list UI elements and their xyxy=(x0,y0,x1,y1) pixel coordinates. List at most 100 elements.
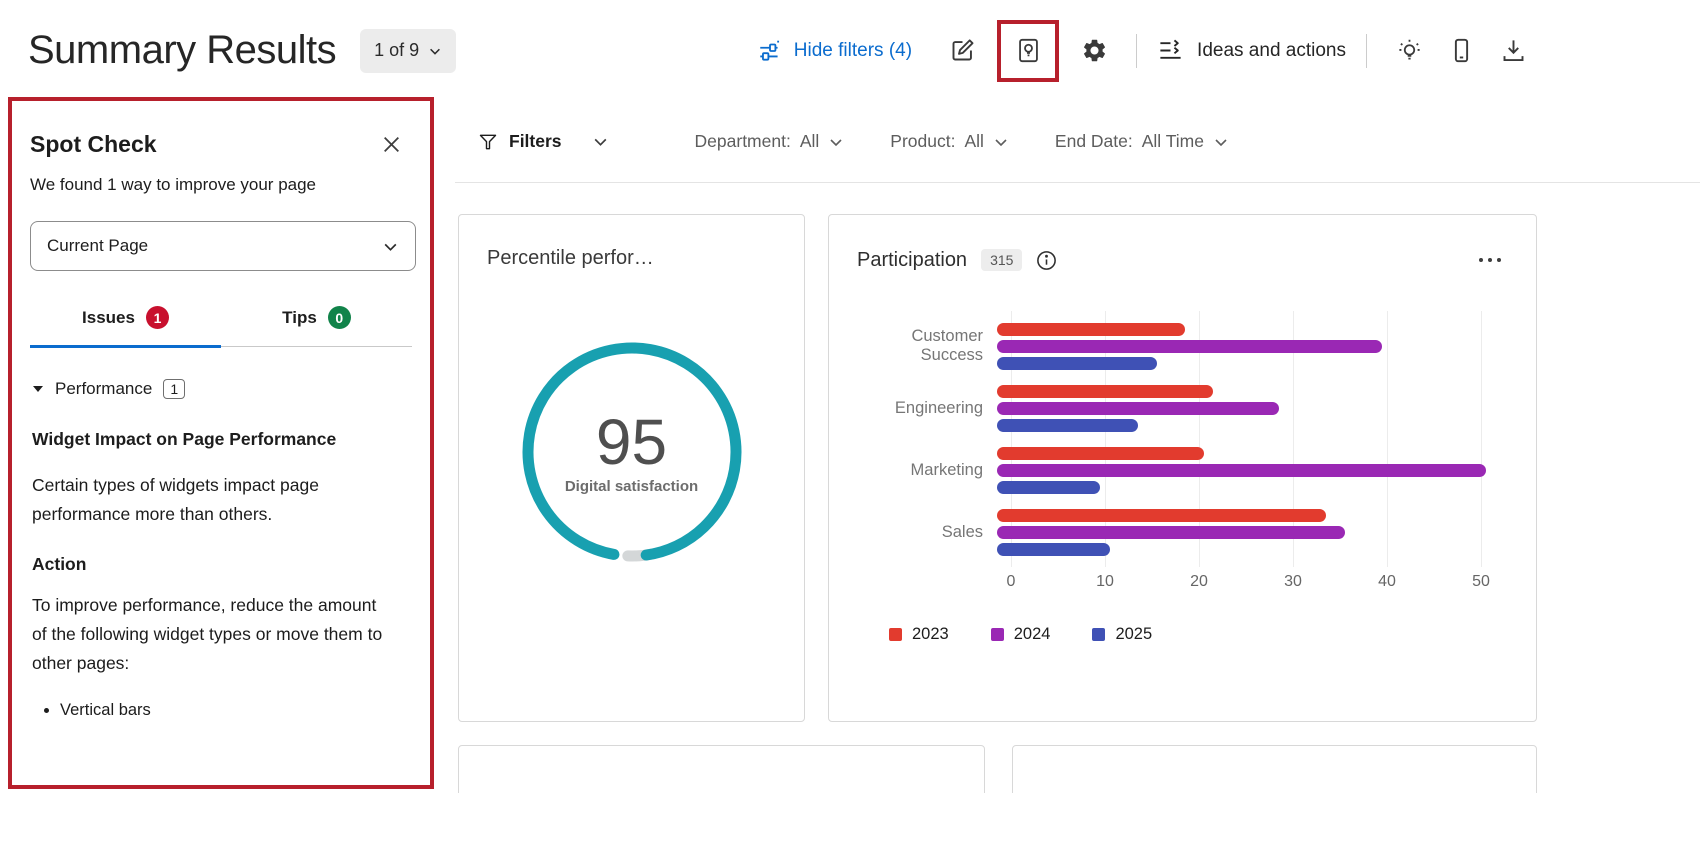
chart-bar-group xyxy=(997,323,1382,370)
chart-category-label: Customer Success xyxy=(857,327,997,365)
bar-2025-customer-success[interactable] xyxy=(997,357,1157,370)
bar-2025-sales[interactable] xyxy=(997,543,1110,556)
toolbar-divider xyxy=(1136,34,1137,68)
header: Summary Results 1 of 9 Hide filters (4) xyxy=(0,0,1700,101)
chart-bar-group xyxy=(997,385,1279,432)
filter-end-date[interactable]: End Date: All Time xyxy=(1055,131,1229,152)
header-toolbar: Hide filters (4) xyxy=(757,20,1535,82)
filter-product[interactable]: Product: All xyxy=(890,131,1009,152)
tab-tips[interactable]: Tips 0 xyxy=(221,293,412,346)
filter-department-value: All xyxy=(800,131,819,152)
filters-button[interactable]: Filters xyxy=(478,131,562,152)
percentile-card-title: Percentile perfor… xyxy=(487,247,776,270)
performance-section-count: 1 xyxy=(163,379,185,399)
tab-issues[interactable]: Issues 1 xyxy=(30,293,221,346)
edit-icon xyxy=(949,37,976,64)
page-lightbulb-icon xyxy=(1015,37,1042,64)
participation-count-badge: 315 xyxy=(981,249,1022,271)
filter-product-value: All xyxy=(964,131,983,152)
bar-2024-sales[interactable] xyxy=(997,526,1345,539)
filter-funnel-icon xyxy=(478,132,498,152)
spot-check-subtitle: We found 1 way to improve your page xyxy=(30,175,412,195)
issue-body: Certain types of widgets impact page per… xyxy=(30,471,385,530)
download-button[interactable] xyxy=(1491,29,1535,73)
annotation-box-spot-check xyxy=(997,20,1059,82)
chevron-down-icon xyxy=(592,133,609,150)
filter-department[interactable]: Department: All xyxy=(695,131,845,152)
bar-2024-engineering[interactable] xyxy=(997,402,1279,415)
action-label: Action xyxy=(30,554,412,575)
chart-row: Engineering xyxy=(857,377,1508,439)
card-menu-button[interactable] xyxy=(1472,245,1508,275)
bar-2025-engineering[interactable] xyxy=(997,419,1138,432)
viewport-cutoff xyxy=(0,793,1700,856)
legend-swatch xyxy=(889,628,902,641)
percentile-card: Percentile perfor… 95 Digital satisfacti… xyxy=(458,214,805,722)
ideas-and-actions-button[interactable]: Ideas and actions xyxy=(1157,37,1346,64)
tab-issues-label: Issues xyxy=(82,308,135,328)
gauge-caption: Digital satisfaction xyxy=(565,478,698,495)
chart-legend: 2023 2024 2025 xyxy=(889,625,1508,644)
page-dropdown-value: Current Page xyxy=(47,236,148,256)
bar-2023-customer-success[interactable] xyxy=(997,323,1185,336)
gauge-widget: 95 Digital satisfaction xyxy=(512,332,752,572)
chart-row: Marketing xyxy=(857,439,1508,501)
participation-card: Participation 315 Customer Success Engine… xyxy=(828,214,1537,722)
axis-tick-label: 20 xyxy=(1190,573,1208,591)
issues-count-badge: 1 xyxy=(146,306,169,329)
performance-section-toggle[interactable]: Performance 1 xyxy=(30,379,412,399)
page-dropdown[interactable]: Current Page xyxy=(30,221,416,271)
edit-button[interactable] xyxy=(940,29,984,73)
close-icon xyxy=(381,134,402,155)
action-item: Vertical bars xyxy=(60,697,412,723)
chart-row: Customer Success xyxy=(857,315,1508,377)
chart-category-label: Engineering xyxy=(857,399,997,418)
mobile-preview-button[interactable] xyxy=(1439,29,1483,73)
bar-2023-marketing[interactable] xyxy=(997,447,1204,460)
settings-button[interactable] xyxy=(1072,29,1116,73)
spot-check-button[interactable] xyxy=(1006,29,1050,73)
legend-label: 2024 xyxy=(1014,625,1051,644)
axis-tick-label: 0 xyxy=(1007,573,1016,591)
performance-section-label: Performance xyxy=(55,379,152,399)
filters-bar: Filters Department: All Product: All End… xyxy=(455,101,1700,183)
legend-item[interactable]: 2023 xyxy=(889,625,949,644)
insights-button[interactable] xyxy=(1387,29,1431,73)
legend-item[interactable]: 2025 xyxy=(1092,625,1152,644)
gear-icon xyxy=(1081,37,1108,64)
toolbar-divider xyxy=(1366,34,1367,68)
info-icon[interactable] xyxy=(1036,250,1057,271)
tips-count-badge: 0 xyxy=(328,306,351,329)
chevron-down-icon xyxy=(993,134,1009,150)
spot-check-panel annotation-box-spot-check-panel: Spot Check We found 1 way to improve you… xyxy=(8,97,434,789)
spot-check-tabs: Issues 1 Tips 0 xyxy=(30,293,412,347)
hide-filters-label: Hide filters (4) xyxy=(794,40,912,62)
chevron-down-icon xyxy=(1213,134,1229,150)
filter-department-name: Department: xyxy=(695,131,791,152)
filter-slider-icon xyxy=(757,38,783,64)
axis-tick-label: 30 xyxy=(1284,573,1302,591)
chart-bar-group xyxy=(997,509,1345,556)
participation-card-title: Participation xyxy=(857,249,967,272)
legend-swatch xyxy=(1092,628,1105,641)
page-title: Summary Results xyxy=(28,28,336,73)
download-icon xyxy=(1500,37,1527,64)
issue-title: Widget Impact on Page Performance xyxy=(30,425,360,455)
page-selector[interactable]: 1 of 9 xyxy=(360,29,456,73)
bar-2023-sales[interactable] xyxy=(997,509,1326,522)
legend-item[interactable]: 2024 xyxy=(991,625,1051,644)
phone-icon xyxy=(1448,37,1475,64)
chevron-down-icon xyxy=(428,44,442,58)
action-body: To improve performance, reduce the amoun… xyxy=(30,591,385,679)
participation-chart: Customer SuccessEngineeringMarketingSale… xyxy=(857,315,1508,597)
bar-2025-marketing[interactable] xyxy=(997,481,1100,494)
filters-expand-button[interactable] xyxy=(592,133,609,150)
bar-2023-engineering[interactable] xyxy=(997,385,1213,398)
close-button[interactable] xyxy=(376,129,406,159)
bar-2024-customer-success[interactable] xyxy=(997,340,1382,353)
spot-check-title: Spot Check xyxy=(30,131,157,158)
filter-end-date-name: End Date: xyxy=(1055,131,1133,152)
hide-filters-button[interactable]: Hide filters (4) xyxy=(757,38,912,64)
chevron-down-icon xyxy=(828,134,844,150)
bar-2024-marketing[interactable] xyxy=(997,464,1486,477)
